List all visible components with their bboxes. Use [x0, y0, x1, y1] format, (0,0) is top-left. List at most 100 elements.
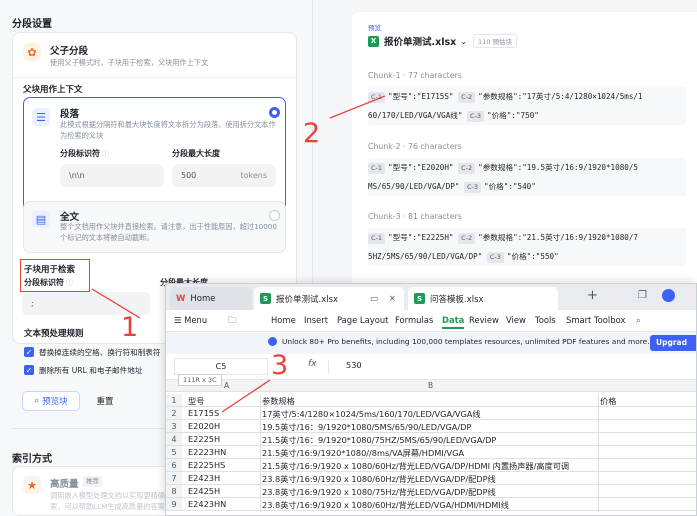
- fx-icon[interactable]: fx: [308, 359, 317, 369]
- menu-view[interactable]: View: [506, 315, 526, 325]
- menu-page-layout[interactable]: Page Layout: [337, 315, 388, 325]
- banner-text: Unlock 80+ Pro benefits, including 100,0…: [282, 337, 650, 346]
- annotation-1: 1: [121, 312, 139, 343]
- star-icon: ★: [23, 476, 41, 494]
- max-length-label: 分段最大长度: [172, 149, 220, 158]
- upgrade-banner: Unlock 80+ Pro benefits, including 100,0…: [166, 332, 696, 354]
- reset-button[interactable]: 重置: [90, 391, 120, 411]
- chunk-3-body: C-1 "型号":"E2225H" C-2 "参数规格":"21.5英寸/16:9/…: [368, 228, 686, 266]
- table-row: 4 E2225H 21.5英寸/16：9/1920*1080/75HZ/5MS/65…: [166, 433, 696, 446]
- parent-context-title: 父块用作上下文: [23, 85, 83, 95]
- tag-c2: C-2: [458, 92, 476, 103]
- window-icon: ▭: [369, 293, 378, 304]
- avatar[interactable]: [662, 289, 675, 302]
- fulltext-option[interactable]: ▤ 全文 整个文档用作父块并直接检索。请注意，出于性能原因，超过10000个标记…: [23, 201, 286, 253]
- max-length-value: 500: [181, 171, 197, 180]
- paragraph-radio[interactable]: [269, 107, 280, 118]
- menu-formulas[interactable]: Formulas: [395, 315, 433, 325]
- chevron-down-icon: ⌄: [460, 36, 467, 46]
- table-row: 9 E2423HN 23.8英寸/16:9/1920 x 1080/60Hz/背光L…: [166, 498, 696, 511]
- upgrade-button[interactable]: Upgrad: [650, 335, 696, 351]
- rule1-checkbox[interactable]: ✓: [24, 347, 34, 357]
- formula-input[interactable]: 530: [346, 360, 362, 370]
- index-title: 索引方式: [12, 454, 52, 465]
- tag-c3: C-3: [464, 182, 482, 193]
- child-retrieval-title: 子块用于检索: [24, 265, 76, 275]
- chunk-2-header: Chunk-2 · 76 characters: [368, 142, 462, 151]
- annotation-3: 3: [271, 350, 289, 381]
- rule1-label: 替换掉连续的空格、换行符和制表符: [39, 348, 161, 357]
- preview-file-selector[interactable]: X 报价单测试.xlsx ⌄ 110 预估块: [368, 34, 517, 48]
- new-tab-plus-icon[interactable]: +: [587, 288, 598, 303]
- spreadsheet-window: W Home S 报价单测试.xlsx ▭ × S 问答模板.xlsx + ❐ ☰ M…: [165, 283, 697, 516]
- table-row: 7 E2423H 23.8英寸/16:9/1920 x 1080/60Hz/背光LE…: [166, 472, 696, 485]
- table-row: 5 E2223HN 21.5英寸/16:9/1920*1080//8ms/VA屏幕/…: [166, 446, 696, 459]
- column-header-b[interactable]: B: [428, 381, 433, 390]
- max-length-input[interactable]: 500 tokens: [172, 164, 276, 187]
- parent-child-title: 父子分段: [50, 46, 89, 57]
- table-row: 8 E2425H 23.8英寸/16:9/1920 x 1080/75Hz/背光LE…: [166, 485, 696, 498]
- parent-child-desc: 使用父子模式时，子块用于检索，父块用作上下文: [50, 58, 209, 67]
- wps-logo-icon: W: [176, 293, 186, 304]
- search-icon[interactable]: ⌕: [636, 315, 641, 326]
- spreadsheet-menu-bar: ☰ Menu 🗀 Home Insert Page Layout Formula…: [166, 310, 696, 332]
- tab-qa-template[interactable]: S 问答模板.xlsx: [408, 287, 558, 310]
- spreadsheet-tab-bar: W Home S 报价单测试.xlsx ▭ × S 问答模板.xlsx + ❐: [166, 284, 696, 310]
- table-row: 3 E2020H 19.5英寸/16：9/1920*1080/5MS/65/90/L…: [166, 420, 696, 433]
- close-icon[interactable]: ×: [389, 294, 396, 304]
- separator-input[interactable]: \n\n: [60, 164, 164, 187]
- excel-icon: S: [260, 293, 271, 304]
- menu-home[interactable]: Home: [271, 315, 296, 325]
- tab-home[interactable]: W Home: [170, 287, 252, 310]
- child-separator-label: 分段标识符 ⓘ: [24, 278, 73, 287]
- chunk-1-body: C-1 "型号":"E1715S" C-2 "参数规格":"17英寸/5:4/128…: [368, 87, 686, 125]
- tag-c2: C-2: [458, 163, 476, 174]
- tag-c1: C-1: [368, 163, 386, 174]
- window-restore-icon[interactable]: ❐: [638, 290, 647, 301]
- excel-icon: S: [414, 293, 425, 304]
- column-divider: [598, 394, 599, 512]
- folder-icon[interactable]: 🗀: [228, 315, 236, 329]
- table-row: 6 E2225HS 21.5英寸/16:9/1920 x 1080/60Hz/背光L…: [166, 459, 696, 472]
- info-icon: ⓘ: [102, 150, 109, 158]
- max-length-unit: tokens: [240, 171, 267, 180]
- fulltext-desc: 整个文档用作父块并直接检索。请注意，出于性能原因，超过10000个标记的文本将被…: [60, 222, 277, 242]
- separator-label: 分段标识符 ⓘ: [60, 149, 109, 158]
- paragraph-desc: 此模式根据分隔符和最大块长度将文本拆分为段落，使用拆分文本作为检索的父块: [60, 120, 276, 140]
- preview-chunks-button[interactable]: ⌕ 预览块: [22, 391, 80, 411]
- parent-child-icon: ✿: [23, 43, 41, 61]
- menu-tools[interactable]: Tools: [535, 315, 556, 325]
- cell-ref-box[interactable]: C5: [174, 358, 268, 375]
- index-option-title: 高质量: [50, 479, 79, 490]
- rule2-checkbox[interactable]: ✓: [24, 365, 34, 375]
- tag-c3: C-3: [486, 252, 504, 263]
- paragraph-title: 段落: [60, 109, 80, 120]
- preview-file-name: 报价单测试.xlsx: [384, 37, 457, 48]
- chunk-2-body: C-1 "型号":"E2020H" C-2 "参数规格":"19.5英寸/16:9/…: [368, 158, 686, 196]
- paragraph-icon: ☰: [32, 108, 50, 126]
- tag-c2: C-2: [458, 233, 476, 244]
- tab-quote-file[interactable]: S 报价单测试.xlsx ▭ ×: [254, 287, 404, 310]
- menu-data[interactable]: Data: [442, 315, 465, 329]
- tag-c1: C-1: [368, 92, 386, 103]
- column-header-row: A B: [166, 380, 696, 392]
- tag-c3: C-3: [467, 111, 485, 122]
- formula-bar: C5 fx 530: [166, 354, 696, 380]
- document-icon: ▤: [32, 210, 50, 228]
- menu-review[interactable]: Review: [469, 315, 499, 325]
- divider: [328, 360, 329, 374]
- column-header-a[interactable]: A: [224, 381, 229, 390]
- info-icon: ⓘ: [66, 279, 73, 287]
- selection-size-tooltip: 111R x 3C: [178, 374, 222, 386]
- rule2-label: 删除所有 URL 和电子邮件地址: [39, 366, 143, 375]
- search-icon: ⌕: [34, 396, 40, 406]
- segment-settings-title: 分段设置: [12, 19, 52, 30]
- menu-button[interactable]: ☰ Menu: [174, 315, 207, 325]
- menu-smart-toolbox[interactable]: Smart Toolbox: [566, 315, 625, 325]
- column-divider: [260, 394, 261, 512]
- tag-c1: C-1: [368, 233, 386, 244]
- fulltext-radio[interactable]: [269, 210, 280, 221]
- divider: [13, 77, 296, 78]
- excel-icon: X: [368, 35, 379, 47]
- menu-insert[interactable]: Insert: [304, 315, 328, 325]
